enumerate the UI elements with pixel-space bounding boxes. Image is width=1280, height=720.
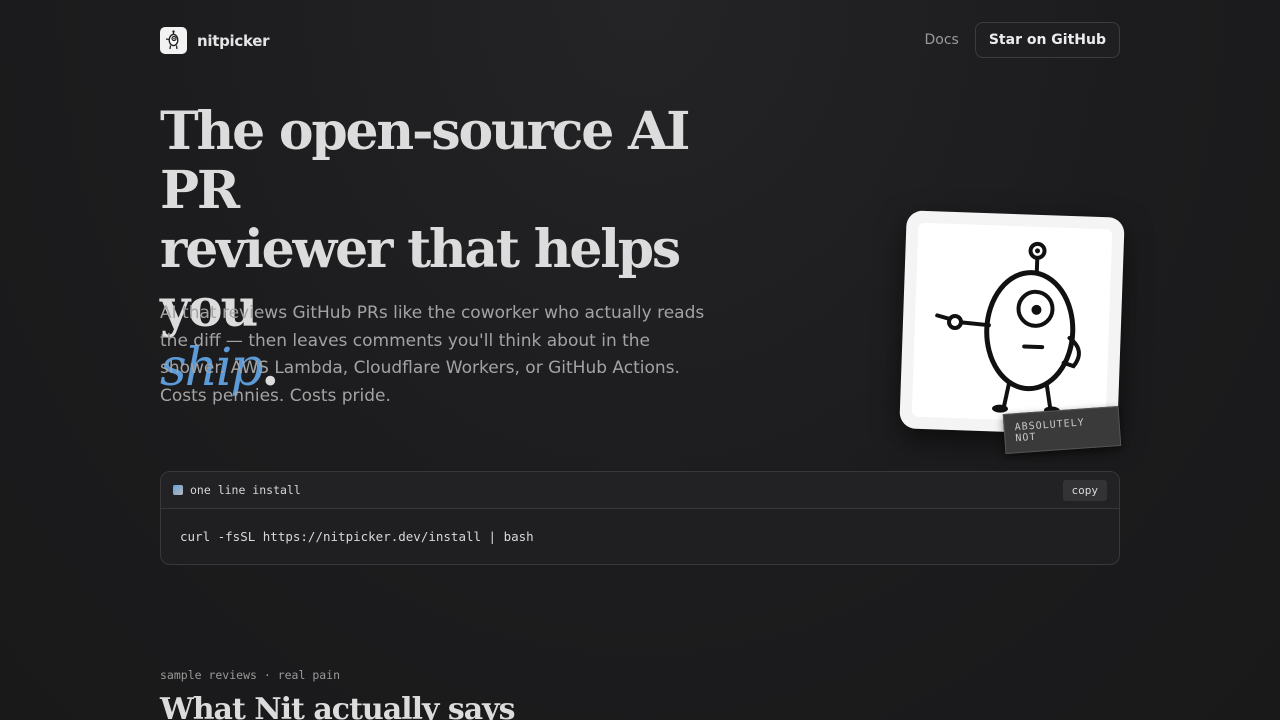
robot-logo-icon: [160, 27, 187, 54]
nav-actions: Docs Star on GitHub: [925, 22, 1120, 58]
brand-link[interactable]: nitpicker: [160, 27, 270, 54]
hero-subtitle: AI that reviews GitHub PRs like the cowo…: [160, 303, 705, 407]
install-command[interactable]: curl -fsSL https://nitpicker.dev/install…: [161, 509, 1119, 564]
hero-title-line1: The open-source AI PR: [160, 101, 690, 221]
reviews-eyebrow: sample reviews · real pain: [160, 668, 341, 682]
copy-button[interactable]: copy: [1062, 479, 1107, 501]
robot-sticker: [899, 210, 1125, 436]
brand-name: nitpicker: [197, 31, 270, 50]
top-nav: nitpicker Docs Star on GitHub: [160, 22, 1120, 59]
install-label: one line install: [190, 483, 301, 497]
page: nitpicker Docs Star on GitHub The open-s…: [160, 0, 1125, 720]
pointing-robot-icon: [935, 241, 1081, 415]
terminal-icon: [173, 485, 183, 495]
install-header: one line install copy: [161, 472, 1119, 509]
sticker-card: [911, 222, 1113, 424]
install-box: one line install copy curl -fsSL https:/…: [160, 471, 1120, 565]
reviews-title: What Nit actually says: [160, 692, 515, 720]
docs-link[interactable]: Docs: [925, 32, 959, 48]
star-on-github-button[interactable]: Star on GitHub: [974, 22, 1120, 58]
sticker-tag: ABSOLUTELY NOT: [1002, 406, 1122, 454]
